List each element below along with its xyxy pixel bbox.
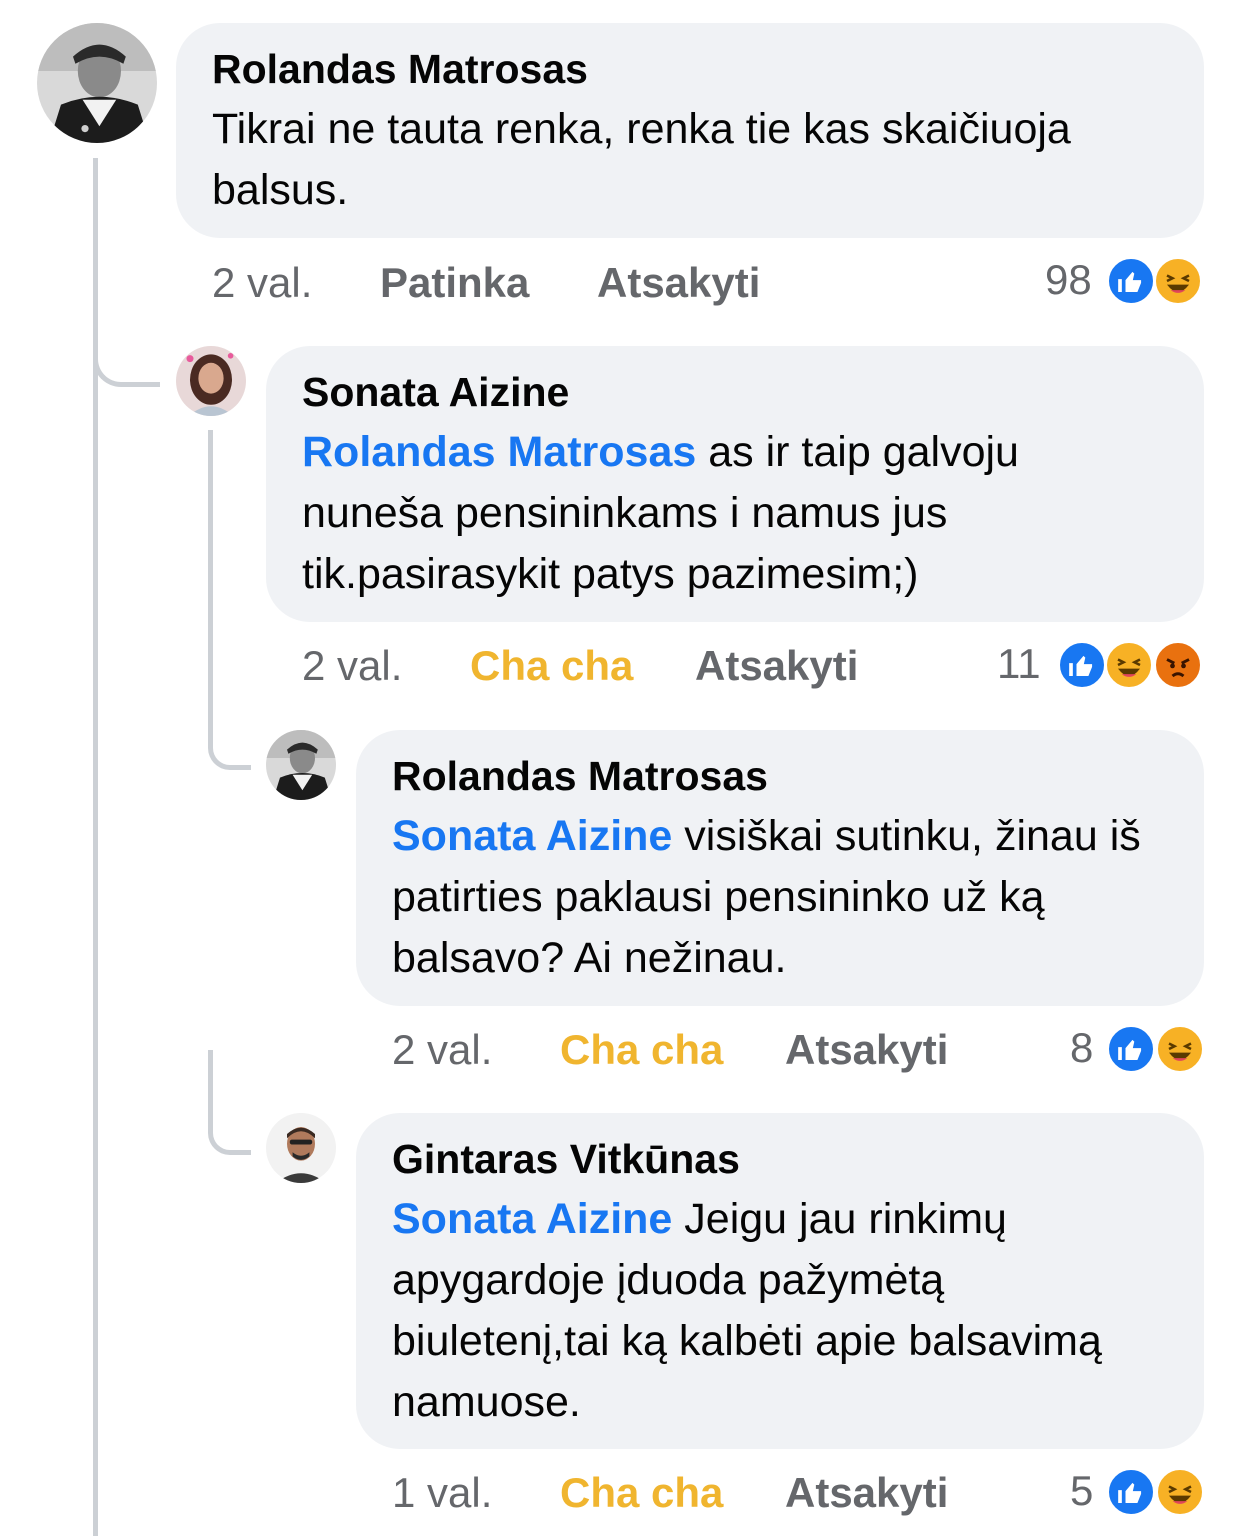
comment-text: Tikrai ne tauta renka, renka tie kas ska… bbox=[212, 105, 1071, 214]
avatar[interactable] bbox=[176, 346, 246, 416]
avatar[interactable] bbox=[37, 23, 157, 143]
sailor-portrait-icon bbox=[37, 23, 157, 143]
comment-text-block: Rolandas Matrosas as ir taip galvoju nun… bbox=[302, 422, 1168, 605]
haha-icon bbox=[1155, 1467, 1205, 1517]
mention-link[interactable]: Rolandas Matrosas bbox=[302, 428, 696, 476]
like-icon bbox=[1106, 256, 1156, 306]
sailor-portrait-icon bbox=[266, 730, 336, 800]
reply-button[interactable]: Atsakyti bbox=[785, 1025, 948, 1075]
comment-author[interactable]: Rolandas Matrosas bbox=[212, 45, 1168, 93]
comment-text-block: Sonata Aizine Jeigu jau rinkimų apygardo… bbox=[392, 1189, 1168, 1433]
like-icon bbox=[1057, 640, 1107, 690]
reply-button[interactable]: Atsakyti bbox=[695, 641, 858, 691]
reaction-summary[interactable]: 98 bbox=[1045, 256, 1205, 306]
comment-bubble: Rolandas Matrosas Sonata Aizine visiškai… bbox=[356, 730, 1204, 1006]
comment-time[interactable]: 2 val. bbox=[212, 258, 312, 308]
comment-text-block: Sonata Aizine visiškai sutinku, žinau iš… bbox=[392, 806, 1168, 989]
comment-bubble: Rolandas Matrosas Tikrai ne tauta renka,… bbox=[176, 23, 1204, 238]
reaction-summary[interactable]: 8 bbox=[1070, 1024, 1205, 1074]
haha-icon bbox=[1104, 640, 1154, 690]
comment-time[interactable]: 2 val. bbox=[392, 1025, 492, 1075]
avatar[interactable] bbox=[266, 730, 336, 800]
haha-reaction-button[interactable]: Cha cha bbox=[560, 1025, 723, 1075]
reaction-count: 5 bbox=[1070, 1467, 1094, 1514]
reaction-count: 11 bbox=[997, 640, 1041, 687]
reaction-summary[interactable]: 11 bbox=[997, 640, 1205, 690]
comment-author[interactable]: Gintaras Vitkūnas bbox=[392, 1135, 1168, 1183]
reply-button[interactable]: Atsakyti bbox=[597, 258, 760, 308]
haha-icon bbox=[1155, 1024, 1205, 1074]
comment-time[interactable]: 1 val. bbox=[392, 1468, 492, 1518]
reply-button[interactable]: Atsakyti bbox=[785, 1468, 948, 1518]
mention-link[interactable]: Sonata Aizine bbox=[392, 812, 672, 860]
reaction-count: 8 bbox=[1070, 1024, 1094, 1071]
like-icon bbox=[1106, 1467, 1156, 1517]
haha-reaction-button[interactable]: Cha cha bbox=[560, 1468, 723, 1518]
reaction-count: 98 bbox=[1045, 256, 1092, 303]
haha-reaction-button[interactable]: Cha cha bbox=[470, 641, 633, 691]
comment-bubble: Gintaras Vitkūnas Sonata Aizine Jeigu ja… bbox=[356, 1113, 1204, 1449]
like-button[interactable]: Patinka bbox=[380, 258, 529, 308]
thread-line-nested bbox=[208, 430, 213, 710]
thread-connector-reply-3 bbox=[208, 1050, 251, 1155]
comment-time[interactable]: 2 val. bbox=[302, 641, 402, 691]
thread-connector-reply-2 bbox=[208, 700, 251, 770]
haha-icon bbox=[1153, 256, 1203, 306]
thread-connector-reply-1 bbox=[93, 330, 160, 387]
comment-bubble: Sonata Aizine Rolandas Matrosas as ir ta… bbox=[266, 346, 1204, 622]
comment-author[interactable]: Rolandas Matrosas bbox=[392, 752, 1168, 800]
woman-portrait-icon bbox=[176, 346, 246, 416]
comment-author[interactable]: Sonata Aizine bbox=[302, 368, 1168, 416]
like-icon bbox=[1106, 1024, 1156, 1074]
mention-link[interactable]: Sonata Aizine bbox=[392, 1195, 672, 1243]
angry-icon bbox=[1153, 640, 1203, 690]
man-portrait-icon bbox=[266, 1113, 336, 1183]
avatar[interactable] bbox=[266, 1113, 336, 1183]
reaction-summary[interactable]: 5 bbox=[1070, 1467, 1205, 1517]
